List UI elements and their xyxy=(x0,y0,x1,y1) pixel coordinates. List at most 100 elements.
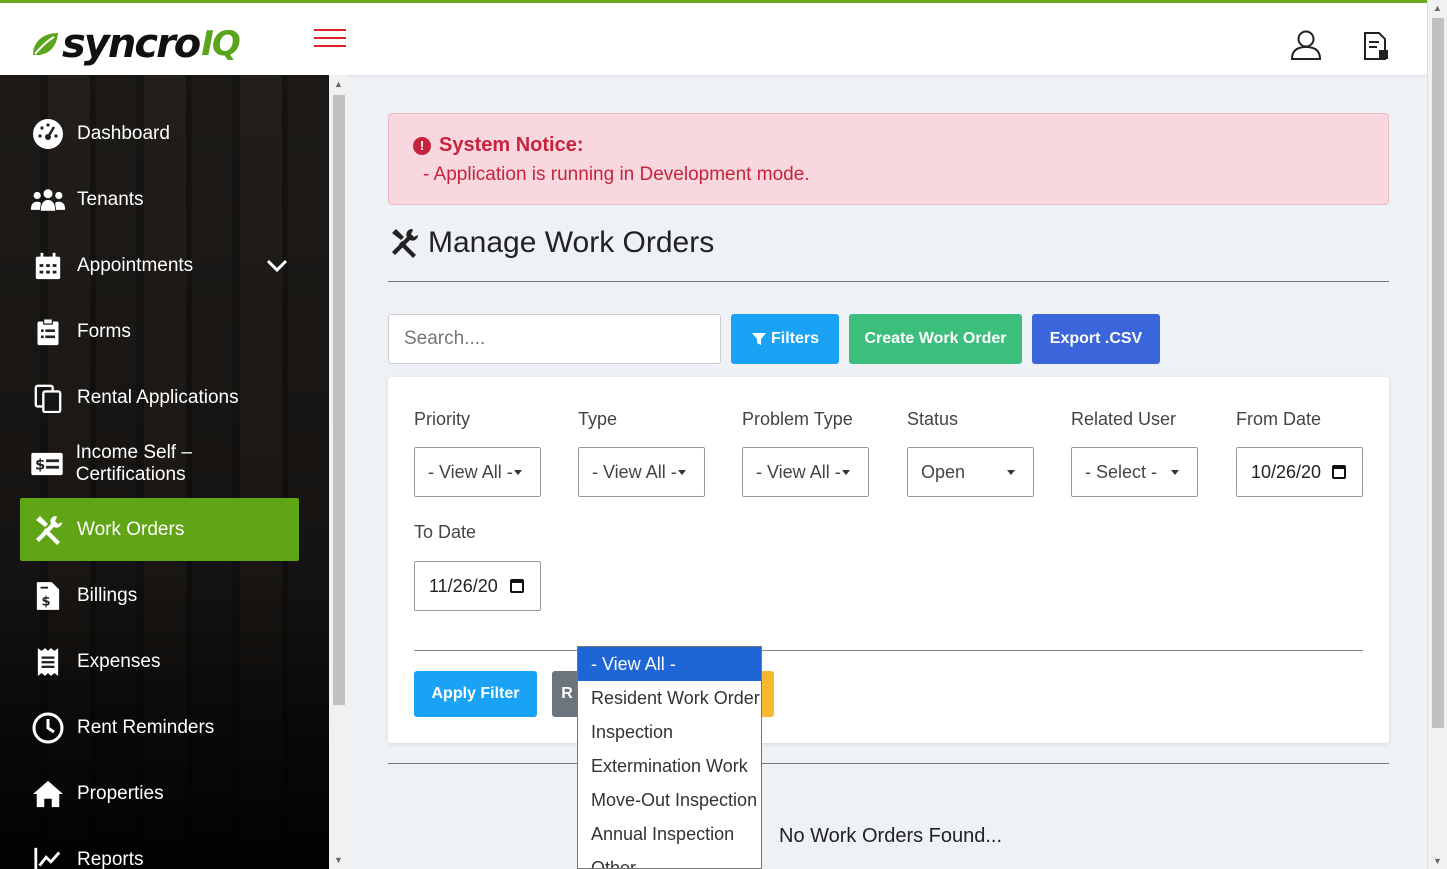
empty-results-message: No Work Orders Found... xyxy=(779,825,1003,847)
from-date-value: 10/26/20 xyxy=(1251,461,1322,482)
to-date-label: To Date xyxy=(414,522,477,542)
type-select[interactable]: - View All - xyxy=(578,447,705,497)
sidebar-item-expenses[interactable]: Expenses xyxy=(20,630,299,693)
sidebar-item-tenants[interactable]: Tenants xyxy=(20,168,299,231)
sidebar-item-label: Expenses xyxy=(77,650,161,672)
notice-title-row: ! System Notice: xyxy=(413,134,584,157)
status-select[interactable]: Open xyxy=(907,447,1034,497)
dropdown-option[interactable]: Resident Work Order xyxy=(578,681,761,715)
sidebar-item-billings[interactable]: $ Billings xyxy=(20,564,299,627)
sidebar-item-appointments[interactable]: Appointments xyxy=(20,234,299,297)
sidebar-item-label: Rent Reminders xyxy=(77,716,215,738)
sidebar-item-rental-applications[interactable]: Rental Applications xyxy=(20,366,299,429)
copy-icon xyxy=(30,380,66,416)
user-icon[interactable] xyxy=(1290,29,1322,61)
brand-name: syncro xyxy=(62,21,201,67)
sidebar-item-income-certifications[interactable]: $ Income Self – Certifications xyxy=(20,432,299,495)
sidebar-item-rent-reminders[interactable]: Rent Reminders xyxy=(20,696,299,759)
type-dropdown-list[interactable]: - View All - Resident Work Order Inspect… xyxy=(577,646,762,869)
chevron-down-icon[interactable] xyxy=(265,254,289,278)
document-icon[interactable] xyxy=(1362,31,1390,61)
problem-type-select[interactable]: - View All - xyxy=(742,447,869,497)
related-user-label: Related User xyxy=(1071,409,1177,429)
filters-button[interactable]: Filters xyxy=(731,314,839,364)
svg-text:$: $ xyxy=(42,594,51,609)
brand-accent: IQ xyxy=(201,24,241,64)
caret-down-icon xyxy=(1007,470,1015,475)
title-divider xyxy=(388,281,1389,282)
sidebar-item-label: Work Orders xyxy=(77,518,185,540)
home-icon xyxy=(30,776,66,812)
invoice-icon: $ xyxy=(30,578,66,614)
priority-label: Priority xyxy=(414,409,471,429)
system-notice: ! System Notice: - Application is runnin… xyxy=(388,113,1389,205)
dropdown-option[interactable]: Annual Inspection xyxy=(578,817,761,851)
search-input[interactable] xyxy=(388,314,721,364)
to-date-value: 11/26/20 xyxy=(429,575,498,596)
brand-logo[interactable]: syncro IQ xyxy=(30,21,241,67)
page-scrollbar[interactable]: ▲ ▼ xyxy=(1427,0,1447,869)
app-header: syncro IQ xyxy=(0,3,1427,75)
dropdown-option[interactable]: Move-Out Inspection xyxy=(578,783,761,817)
related-user-value: - Select - xyxy=(1085,461,1158,482)
dropdown-option[interactable]: Other xyxy=(578,851,761,869)
calendar-icon[interactable] xyxy=(1332,465,1346,479)
tools-icon xyxy=(30,512,66,548)
sidebar-item-dashboard[interactable]: Dashboard xyxy=(20,102,299,165)
sidebar-item-label: Dashboard xyxy=(77,122,170,144)
sidebar-item-work-orders[interactable]: Work Orders xyxy=(20,498,299,561)
alert-icon: ! xyxy=(413,136,431,155)
sidebar-item-label: Rental Applications xyxy=(77,386,239,408)
filter-icon xyxy=(751,333,766,345)
notice-message: - Application is running in Development … xyxy=(423,164,810,185)
dropdown-option[interactable]: - View All - xyxy=(578,647,761,681)
filter-panel xyxy=(388,377,1389,743)
related-user-select[interactable]: - Select - xyxy=(1071,447,1198,497)
users-icon xyxy=(30,182,66,218)
to-date-input[interactable]: 11/26/20 xyxy=(414,561,541,611)
notice-title: System Notice: xyxy=(439,134,584,156)
priority-select[interactable]: - View All - xyxy=(414,447,541,497)
sidebar-item-label: Billings xyxy=(77,584,138,606)
dropdown-option[interactable]: Inspection xyxy=(578,715,761,749)
filters-button-label: Filters xyxy=(770,330,819,347)
results-divider xyxy=(388,763,1389,764)
sidebar-item-reports[interactable]: Reports xyxy=(20,828,299,869)
receipt-icon xyxy=(30,644,66,680)
problem-type-value: - View All - xyxy=(756,461,841,482)
calendar-icon[interactable] xyxy=(510,579,524,593)
export-csv-button[interactable]: Export .CSV xyxy=(1032,314,1160,364)
sidebar-item-properties[interactable]: Properties xyxy=(20,762,299,825)
filter-divider xyxy=(414,650,1363,651)
dashboard-icon xyxy=(30,116,66,152)
priority-value: - View All - xyxy=(428,461,513,482)
type-label: Type xyxy=(578,409,618,429)
dropdown-option[interactable]: Extermination Work xyxy=(578,749,761,783)
caret-down-icon xyxy=(1171,470,1179,475)
tools-icon xyxy=(392,229,418,258)
sidebar-item-forms[interactable]: Forms xyxy=(20,300,299,363)
sidebar-item-label: Forms xyxy=(77,320,131,342)
create-work-order-button[interactable]: Create Work Order xyxy=(849,314,1022,364)
caret-down-icon xyxy=(842,470,850,475)
sidebar-scrollbar[interactable]: ▲ ▼ xyxy=(329,75,349,869)
svg-text:$: $ xyxy=(35,456,45,473)
clipboard-icon xyxy=(30,314,66,350)
from-date-input[interactable]: 10/26/20 xyxy=(1236,447,1363,497)
caret-down-icon xyxy=(514,470,522,475)
apply-filter-button[interactable]: Apply Filter xyxy=(414,671,537,717)
sidebar-item-label: Tenants xyxy=(77,188,144,210)
from-date-label: From Date xyxy=(1236,409,1322,429)
chart-line-icon xyxy=(30,842,66,869)
type-value: - View All - xyxy=(592,461,677,482)
page-title: Manage Work Orders xyxy=(428,226,715,259)
sidebar-item-label: Properties xyxy=(77,782,164,804)
sidebar-item-label: Appointments xyxy=(77,254,194,276)
leaf-icon xyxy=(33,33,58,56)
money-icon: $ xyxy=(30,446,65,482)
problem-type-label: Problem Type xyxy=(742,409,853,429)
status-label: Status xyxy=(907,409,959,429)
calendar-icon xyxy=(30,248,66,284)
clock-icon xyxy=(30,710,66,746)
menu-toggle-button[interactable] xyxy=(314,29,346,51)
